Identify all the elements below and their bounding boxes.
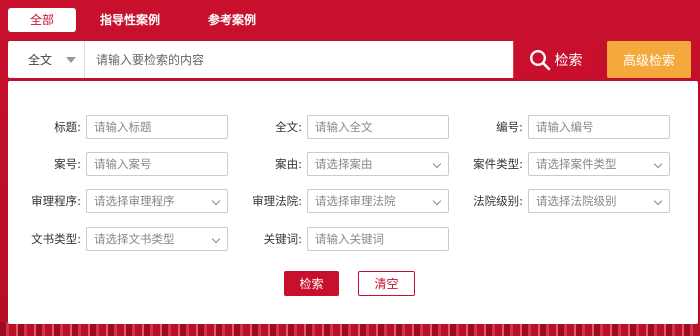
procedure-select-placeholder: 请选择审理程序: [94, 194, 175, 208]
case-type-select[interactable]: 请选择案件类型: [528, 152, 670, 176]
fulltext-field[interactable]: [307, 115, 449, 139]
clear-button[interactable]: 清空: [358, 271, 415, 296]
procedure-select[interactable]: 请选择审理程序: [86, 189, 228, 213]
case-no-field[interactable]: [86, 152, 228, 176]
tab-reference-cases[interactable]: 参考案例: [184, 8, 280, 32]
court-select-placeholder: 请选择审理法院: [315, 194, 396, 208]
field-fulltext-label: 全文:: [275, 120, 302, 134]
chevron-down-icon: [653, 196, 663, 206]
field-number: 编号:: [460, 115, 670, 139]
field-case-no: 案号:: [18, 152, 228, 176]
chevron-down-icon: [211, 196, 221, 206]
field-court-level: 法院级别: 请选择法院级别: [460, 189, 670, 213]
cause-select-placeholder: 请选择案由: [315, 157, 373, 171]
field-court-label: 审理法院:: [252, 194, 302, 208]
advanced-search-button[interactable]: 高级检索: [607, 41, 691, 78]
fulltext-input[interactable]: [315, 116, 448, 138]
field-court-level-label: 法院级别:: [473, 194, 523, 208]
chevron-down-icon: [432, 196, 442, 206]
doc-type-select-placeholder: 请选择文书类型: [94, 232, 175, 246]
chevron-down-icon: [432, 159, 442, 169]
keyword-input[interactable]: [315, 228, 448, 250]
field-procedure-label: 审理程序:: [31, 194, 81, 208]
field-fulltext: 全文:: [239, 115, 449, 139]
field-case-type: 案件类型: 请选择案件类型: [460, 152, 670, 176]
field-cause: 案由: 请选择案由: [239, 152, 449, 176]
title-input[interactable]: [94, 116, 227, 138]
cause-select[interactable]: 请选择案由: [307, 152, 449, 176]
number-field[interactable]: [528, 115, 670, 139]
field-doc-type: 文书类型: 请选择文书类型: [18, 227, 228, 251]
field-title: 标题:: [18, 115, 228, 139]
field-cause-label: 案由:: [275, 157, 302, 171]
field-procedure: 审理程序: 请选择审理程序: [18, 189, 228, 213]
search-icon: [529, 49, 550, 70]
field-keyword: 关键词:: [239, 227, 449, 251]
search-button[interactable]: 检索: [513, 41, 597, 78]
advanced-search-panel: 标题: 全文: 编号: 案号: 案由: 请选择案由 案件类型: 请选择案件类型: [8, 81, 698, 324]
field-case-no-label: 案号:: [54, 157, 81, 171]
court-level-select-placeholder: 请选择法院级别: [536, 194, 617, 208]
panel-actions: 检索 清空: [284, 271, 415, 296]
case-type-select-placeholder: 请选择案件类型: [536, 157, 617, 171]
court-level-select[interactable]: 请选择法院级别: [528, 189, 670, 213]
chevron-down-icon: [211, 234, 221, 244]
tab-all[interactable]: 全部: [8, 8, 77, 32]
tab-guiding-cases[interactable]: 指导性案例: [76, 8, 184, 32]
field-title-label: 标题:: [54, 120, 81, 134]
field-keyword-label: 关键词:: [263, 232, 302, 246]
search-input[interactable]: [85, 41, 513, 78]
doc-type-select[interactable]: 请选择文书类型: [86, 227, 228, 251]
field-doc-type-label: 文书类型:: [31, 232, 81, 246]
keyword-field[interactable]: [307, 227, 449, 251]
number-input[interactable]: [536, 116, 669, 138]
field-number-label: 编号:: [496, 120, 523, 134]
panel-search-button[interactable]: 检索: [284, 271, 339, 296]
caret-down-icon: [66, 57, 76, 63]
decorative-footer-strip: [0, 322, 700, 336]
chevron-down-icon: [653, 159, 663, 169]
scope-select-value: 全文: [28, 53, 53, 67]
case-no-input[interactable]: [94, 153, 227, 175]
search-main: 全文: [8, 41, 513, 78]
search-bar: 全文 检索 高级检索: [8, 41, 698, 78]
title-field[interactable]: [86, 115, 228, 139]
field-case-type-label: 案件类型:: [473, 157, 523, 171]
search-button-label: 检索: [554, 52, 583, 69]
court-select[interactable]: 请选择审理法院: [307, 189, 449, 213]
field-court: 审理法院: 请选择审理法院: [239, 189, 449, 213]
category-tabs: 全部 指导性案例 参考案例: [8, 7, 280, 33]
scope-select[interactable]: 全文: [8, 41, 85, 78]
